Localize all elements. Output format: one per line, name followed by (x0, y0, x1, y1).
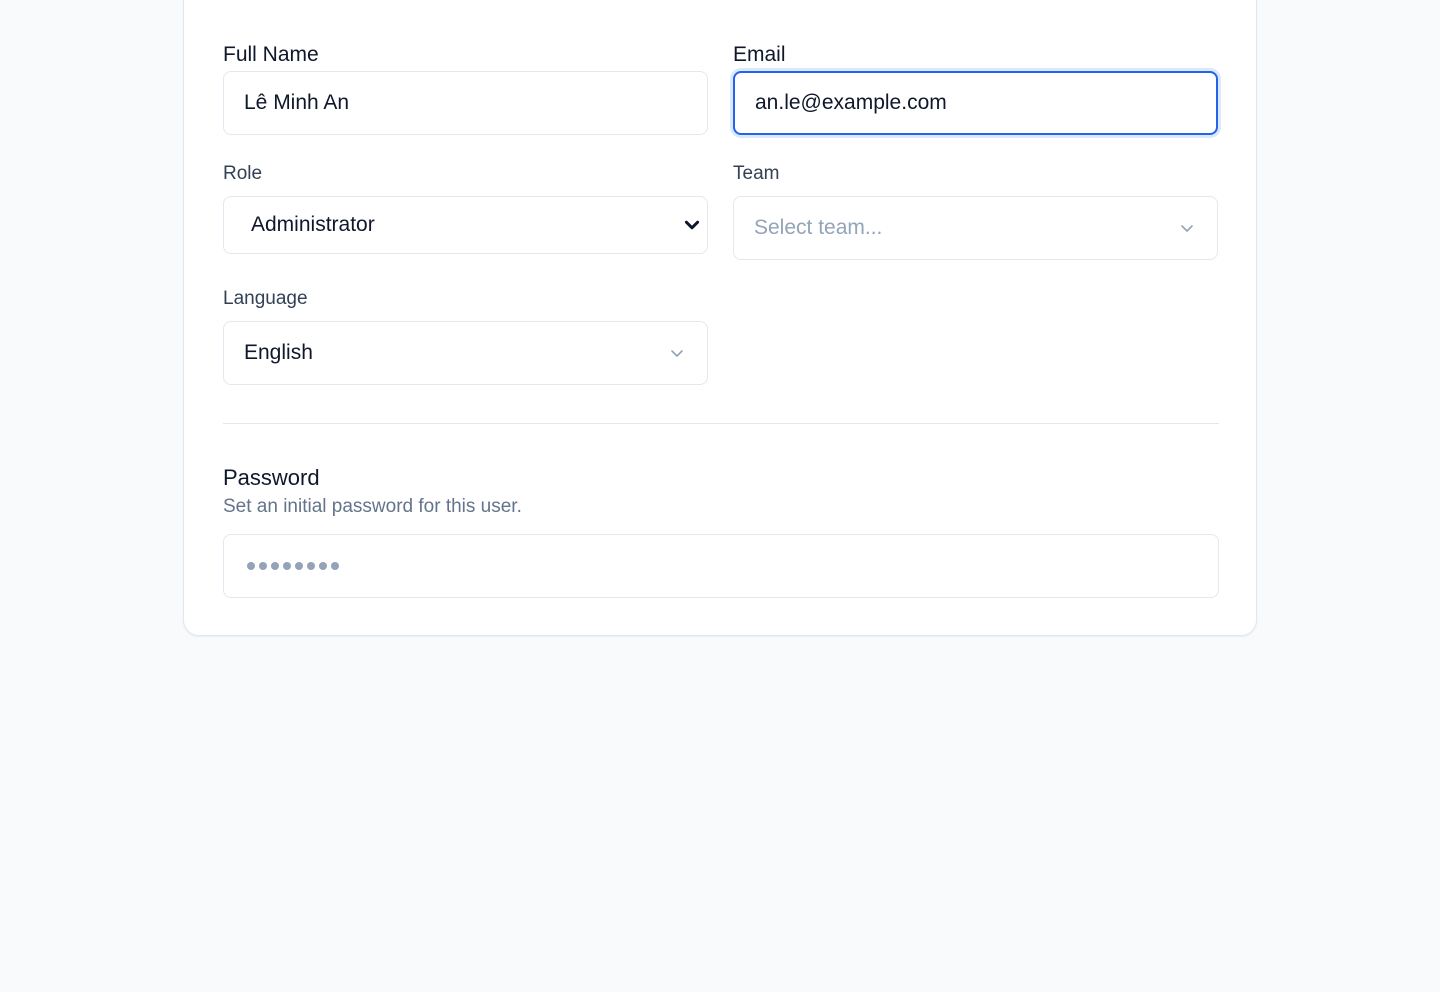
password-section-title: Password (223, 465, 320, 490)
section-divider (223, 423, 1219, 424)
password-mask-dot (247, 562, 255, 570)
language-value: English (244, 341, 313, 364)
chevron-down-icon (684, 220, 700, 230)
role-label: Role (223, 163, 263, 184)
email-value: an.le@example.com (755, 91, 947, 114)
user-form-card: Full Name Lê Minh An Email an.le@example… (183, 0, 1257, 636)
password-mask-dot (331, 562, 339, 570)
full-name-value: Lê Minh An (244, 91, 350, 114)
language-select[interactable]: English (223, 321, 708, 385)
password-section-description: Set an initial password for this user. (223, 496, 522, 517)
password-mask-dot (307, 562, 315, 570)
role-select[interactable]: Administrator (223, 196, 708, 254)
email-label: Email (733, 43, 786, 66)
password-mask-dot (319, 562, 327, 570)
password-mask-dot (295, 562, 303, 570)
team-placeholder: Select team... (754, 216, 883, 239)
password-mask-dot (271, 562, 279, 570)
team-select[interactable]: Select team... (733, 196, 1218, 260)
role-value: Administrator (251, 213, 375, 236)
chevron-down-icon (1181, 225, 1193, 232)
full-name-field[interactable]: Lê Minh An (223, 71, 708, 135)
email-field[interactable]: an.le@example.com (733, 71, 1218, 135)
password-field[interactable] (223, 534, 1219, 598)
password-mask (247, 562, 339, 570)
password-mask-dot (283, 562, 291, 570)
chevron-down-icon (671, 350, 683, 357)
password-mask-dot (259, 562, 267, 570)
language-label: Language (223, 288, 308, 309)
team-label: Team (733, 163, 780, 184)
full-name-label: Full Name (223, 43, 319, 66)
